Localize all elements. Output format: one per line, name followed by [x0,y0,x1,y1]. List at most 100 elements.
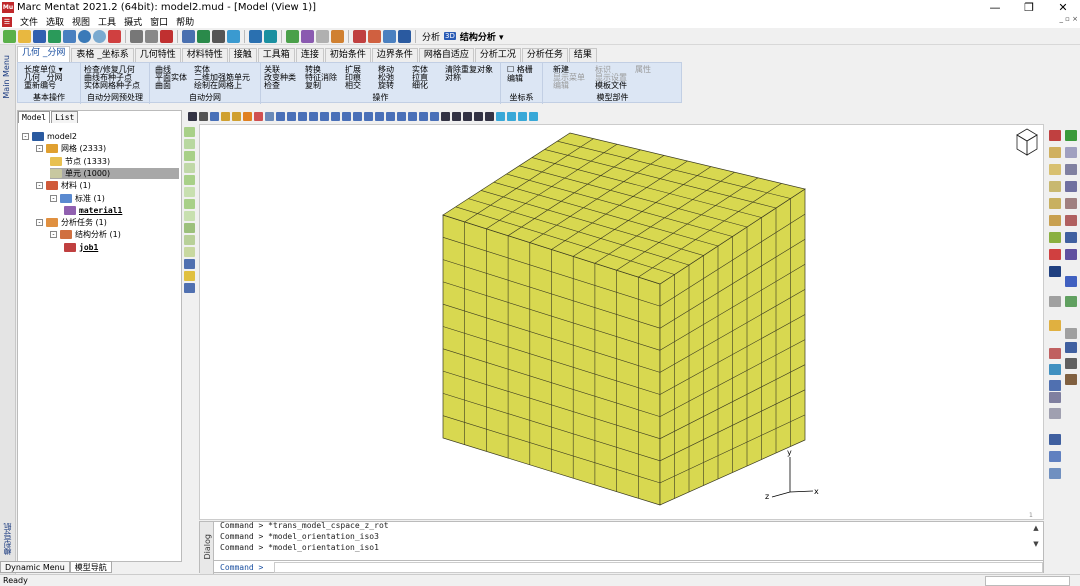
tool-icon[interactable] [1049,130,1061,141]
tool-icon[interactable] [184,163,195,173]
tool-icon[interactable] [1049,215,1061,226]
grid-icon[interactable] [130,29,143,43]
undo-icon[interactable] [78,29,91,43]
mdi-controls[interactable]: _ ▫ × [1059,15,1078,23]
tool-icon[interactable] [1065,198,1077,209]
new-icon[interactable] [3,29,16,43]
duplicate-button[interactable]: 复制 [305,82,321,90]
tree-node[interactable]: 节点 (1333) [50,156,110,167]
menu-window[interactable]: 窗口 [146,15,172,28]
plot-icon[interactable] [1049,434,1061,445]
save-as-icon[interactable] [48,29,61,43]
view-icon[interactable] [210,112,219,121]
redo-icon[interactable] [93,29,106,43]
menu-tools[interactable]: 工具 [94,15,120,28]
view-icon[interactable] [375,112,384,121]
tab-boundary-conditions[interactable]: 边界条件 [371,48,418,62]
tool-icon[interactable] [184,283,195,293]
menu-view[interactable]: 视图 [68,15,94,28]
tab-mesh-adaptivity[interactable]: 网格自适应 [418,48,474,62]
check-icon[interactable] [331,29,344,43]
tree-expand-toggle[interactable]: - [22,133,29,140]
view-icon[interactable] [276,112,285,121]
dialog-side-tab[interactable]: Dialog [200,522,214,574]
tree-node[interactable]: job1 [64,242,98,253]
tool-icon[interactable] [1065,181,1077,192]
tool-icon[interactable] [1049,380,1061,391]
check-button[interactable]: 检查 [264,82,280,90]
view-icon[interactable] [265,112,274,121]
table-icon[interactable] [301,29,314,43]
results-icon[interactable] [383,29,396,43]
tree-expand-toggle[interactable]: - [36,145,43,153]
tree-node[interactable]: - 材料 (1) [36,180,91,191]
tool-icon[interactable] [184,187,195,197]
solid-seed-button[interactable]: 实体网格种子点 [84,82,140,90]
view-icon[interactable] [199,112,208,121]
view-icon[interactable] [342,112,351,121]
tab-model[interactable]: Model [18,111,51,123]
view-icon[interactable] [518,112,527,121]
view-icon[interactable] [463,112,472,121]
tree-expand-toggle[interactable]: - [36,182,43,190]
tool-icon[interactable] [1049,181,1061,192]
view-icon[interactable] [188,112,197,121]
command-input[interactable] [274,561,1043,573]
tab-results[interactable]: 结果 [568,48,597,62]
main-menu-side-tab[interactable]: Main Menu [2,55,11,99]
close-button[interactable]: ✕ [1046,0,1080,15]
tool-icon[interactable] [1065,296,1077,307]
mesh-cube[interactable] [442,132,806,506]
view-icon[interactable] [452,112,461,121]
tool-icon[interactable] [1065,232,1077,243]
renumber-button[interactable]: 重新编号 [24,82,56,90]
tool-icon[interactable] [1049,320,1061,331]
tree-expand-toggle[interactable]: - [50,231,57,239]
tool-icon[interactable] [1065,130,1077,141]
lighting-icon[interactable] [227,29,240,43]
tool-icon[interactable] [1049,296,1061,307]
view-icon[interactable] [243,112,252,121]
tab-contact[interactable]: 接触 [228,48,257,62]
tool-icon[interactable] [184,259,195,269]
tool-icon[interactable] [1049,147,1061,158]
view-icon[interactable] [529,112,538,121]
tool-icon[interactable] [1049,451,1061,462]
tool-icon[interactable] [1065,374,1077,385]
tool-icon[interactable] [184,127,195,137]
tool-icon[interactable] [184,223,195,233]
view-icon[interactable] [298,112,307,121]
zoom-icon[interactable] [249,29,262,43]
tab-toolbox[interactable]: 工具箱 [257,48,295,62]
intersect-button[interactable]: 相交 [345,82,361,90]
lightning-icon[interactable] [184,271,195,281]
tool-icon[interactable] [1065,328,1077,339]
tab-initial-conditions[interactable]: 初始条件 [324,48,371,62]
view-icon[interactable] [419,112,428,121]
view-icon[interactable] [386,112,395,121]
tab-dynamic-menu[interactable]: Dynamic Menu [0,561,70,573]
tool-icon[interactable] [1065,164,1077,175]
view-icon[interactable] [397,112,406,121]
tree-expand-toggle[interactable]: - [36,219,43,227]
tool-icon[interactable] [184,199,195,209]
view-icon[interactable] [221,112,230,121]
tab-model-navigator[interactable]: 模型导航 [69,561,112,573]
tool-icon[interactable] [184,151,195,161]
view-icon[interactable] [474,112,483,121]
tool-icon[interactable] [1065,249,1077,260]
view-icon[interactable] [254,112,263,121]
model-view-canvas[interactable]: y x z 1 [200,125,1045,521]
tree-node[interactable]: - 分析任务 (1) [36,217,107,228]
tool-icon[interactable] [1049,198,1061,209]
view-icon[interactable] [507,112,516,121]
menu-file[interactable]: 文件 [16,15,42,28]
view-icon[interactable] [353,112,362,121]
tab-jobs[interactable]: 分析任务 [521,48,568,62]
tree-node[interactable]: - 结构分析 (1) [50,229,121,240]
dialog-scrollbar[interactable]: ▲ ▼ [1031,524,1041,558]
tab-material-properties[interactable]: 材料特性 [181,48,228,62]
draw-on-mesh-button[interactable]: 绘制在网格上 [194,82,242,90]
tree-expand-toggle[interactable]: - [50,194,57,202]
tab-tables-coords[interactable]: 表格 _坐标系 [71,48,134,62]
